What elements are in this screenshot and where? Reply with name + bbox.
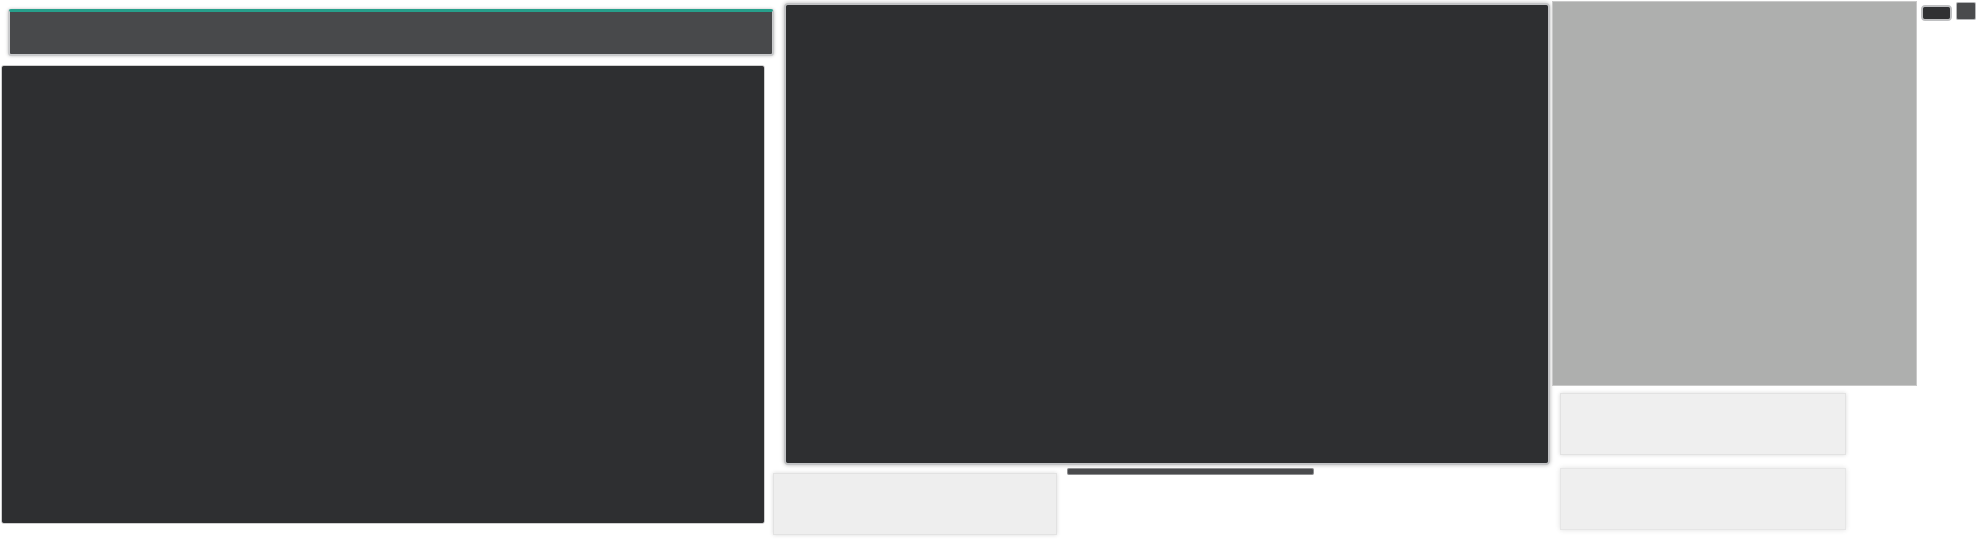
bottom-left-card[interactable] xyxy=(773,473,1057,535)
small-gray-button[interactable] xyxy=(1956,2,1976,20)
left-dark-panel[interactable] xyxy=(1,65,765,524)
right-card-1[interactable] xyxy=(1560,393,1846,455)
small-dark-button[interactable] xyxy=(1921,5,1952,21)
right-gray-panel[interactable] xyxy=(1552,1,1917,386)
right-card-2[interactable] xyxy=(1560,468,1846,530)
workspace-canvas xyxy=(0,0,1978,543)
left-toolbar[interactable] xyxy=(8,9,774,56)
center-dark-panel[interactable] xyxy=(784,3,1550,465)
center-scrollbar[interactable] xyxy=(1067,468,1314,475)
